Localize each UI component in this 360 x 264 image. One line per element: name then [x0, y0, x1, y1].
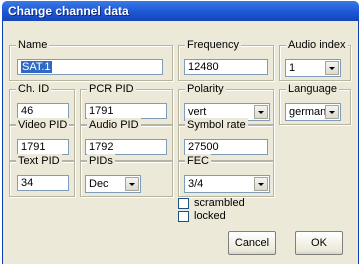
language-dropdown-button[interactable]	[325, 105, 339, 119]
title-bar[interactable]: Change channel data	[2, 1, 359, 21]
audio-pid-value: 1792	[89, 141, 114, 153]
locked-checkbox-box[interactable]	[178, 211, 189, 222]
scrambled-label: scrambled	[194, 197, 245, 209]
fec-label: FEC	[185, 154, 211, 168]
text-pid-label: Text PID	[16, 154, 62, 168]
audio-pid-input[interactable]: 1792	[85, 139, 167, 155]
scrambled-checkbox-box[interactable]	[178, 198, 189, 209]
name-label: Name	[16, 38, 50, 52]
video-pid-value: 1791	[21, 141, 46, 153]
window-title: Change channel data	[8, 4, 129, 18]
language-group: Language german	[279, 82, 351, 125]
fec-select[interactable]: 3/4	[184, 175, 270, 193]
pids-group: PIDs Dec	[80, 154, 173, 197]
fec-dropdown-button[interactable]	[254, 177, 268, 191]
scrambled-checkbox[interactable]: scrambled	[178, 197, 268, 211]
polarity-value: vert	[188, 106, 207, 118]
pids-value: Dec	[89, 178, 109, 190]
dialog-body: Name SAT.1 Frequency 12480 Audio index 1…	[2, 21, 359, 264]
fec-value: 3/4	[188, 178, 204, 190]
text-pid-value: 34	[21, 177, 34, 189]
pids-label: PIDs	[87, 154, 115, 168]
channel-id-value: 46	[21, 105, 34, 117]
symbol-rate-input[interactable]: 27500	[184, 139, 268, 155]
audio-index-dropdown-button[interactable]	[325, 61, 339, 75]
audio-pid-label: Audio PID	[87, 118, 141, 132]
ok-button[interactable]: OK	[295, 231, 343, 255]
locked-label: locked	[194, 210, 226, 222]
chevron-down-icon	[329, 67, 335, 70]
language-select[interactable]: german	[285, 103, 341, 121]
language-label: Language	[286, 82, 339, 96]
pcr-pid-input[interactable]: 1791	[85, 103, 167, 119]
channel-id-input[interactable]: 46	[17, 103, 69, 119]
frequency-input[interactable]: 12480	[184, 59, 268, 75]
audio-index-select[interactable]: 1	[285, 59, 341, 77]
channel-id-label: Ch. ID	[16, 82, 52, 96]
chevron-down-icon	[129, 183, 135, 186]
chevron-down-icon	[258, 183, 264, 186]
language-value: german	[289, 106, 327, 118]
pids-format-select[interactable]: Dec	[85, 175, 141, 193]
polarity-label: Polarity	[185, 82, 226, 96]
locked-checkbox[interactable]: locked	[178, 210, 268, 224]
pcr-pid-value: 1791	[89, 105, 114, 117]
audio-index-group: Audio index 1	[279, 38, 351, 81]
cancel-button[interactable]: Cancel	[228, 231, 276, 255]
frequency-label: Frequency	[185, 38, 241, 52]
video-pid-label: Video PID	[16, 118, 70, 132]
polarity-dropdown-button[interactable]	[254, 105, 268, 119]
video-pid-input[interactable]: 1791	[17, 139, 69, 155]
name-value: SAT.1	[21, 61, 52, 73]
chevron-down-icon	[329, 111, 335, 114]
frequency-group: Frequency 12480	[178, 38, 274, 81]
symbol-rate-label: Symbol rate	[185, 118, 248, 132]
audio-index-label: Audio index	[286, 38, 348, 52]
pids-dropdown-button[interactable]	[125, 177, 139, 191]
pcr-pid-label: PCR PID	[87, 82, 136, 96]
text-pid-group: Text PID 34	[9, 154, 75, 197]
audio-index-value: 1	[289, 62, 296, 74]
chevron-down-icon	[258, 111, 264, 114]
text-pid-input[interactable]: 34	[17, 175, 69, 191]
name-input[interactable]: SAT.1	[17, 59, 163, 75]
fec-group: FEC 3/4	[178, 154, 274, 197]
symbol-rate-value: 27500	[188, 141, 219, 153]
frequency-value: 12480	[188, 61, 219, 73]
name-group: Name SAT.1	[9, 38, 173, 81]
change-channel-dialog: Change channel data Name SAT.1 Frequency…	[0, 0, 360, 264]
